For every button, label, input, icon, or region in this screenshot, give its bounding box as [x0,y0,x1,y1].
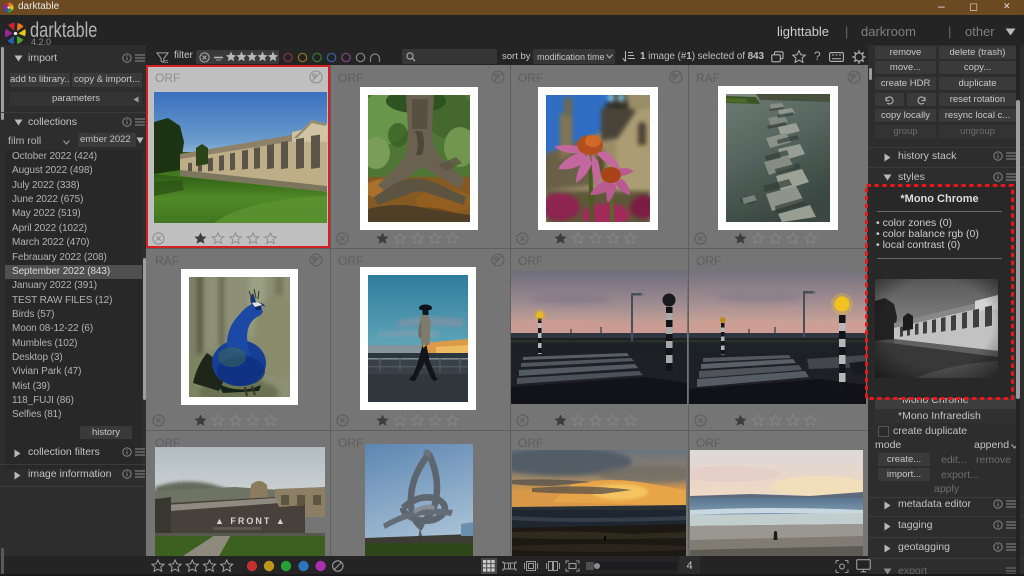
svg-text:▲ FRONT ▲: ▲ FRONT ▲ [215,516,287,526]
